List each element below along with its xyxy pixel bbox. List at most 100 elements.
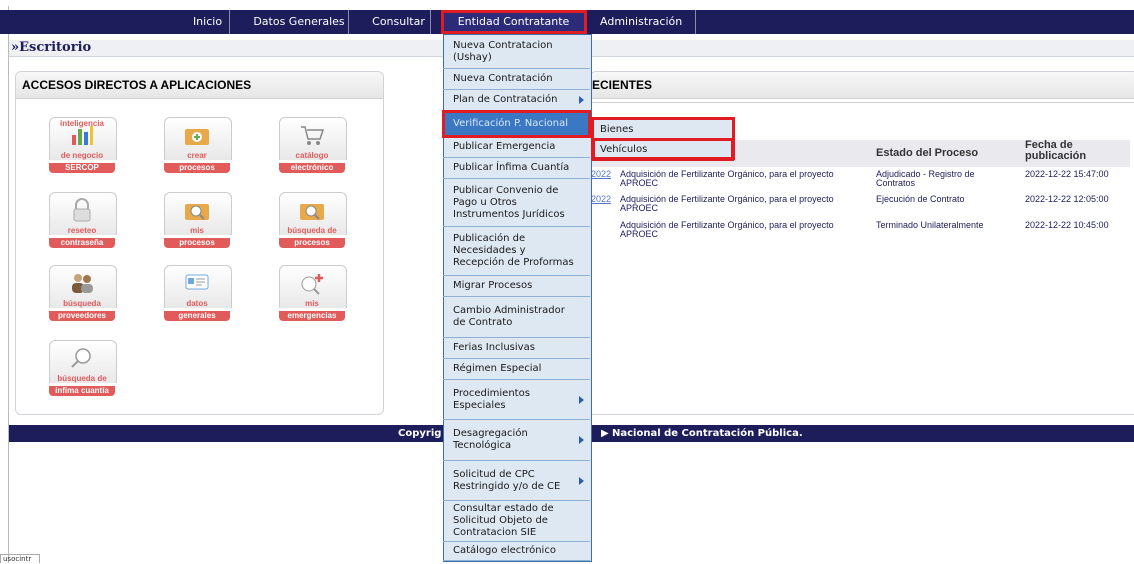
dropdown-item-label: Publicar Ínfima Cuantía — [453, 162, 570, 173]
tile-label-line2: emergencias — [279, 311, 345, 321]
submenu-arrow-icon — [579, 96, 584, 104]
recientes-title: ECIENTES — [591, 72, 1134, 99]
dropdown-item[interactable]: Solicitud de CPC Restringido y/o de CE — [443, 461, 590, 501]
dropdown-item-label: Verificación P. Nacional — [453, 117, 569, 129]
row-fecha: 2022-12-22 15:47:00 — [1025, 169, 1109, 179]
accesos-title: ACCESOS DIRECTOS A APLICACIONES — [16, 72, 383, 99]
footer-arrow-icon: ▶ — [601, 428, 609, 439]
app-tile[interactable]: reseteo contraseña — [49, 192, 117, 248]
tile-label-line2: ínfima cuantía — [49, 386, 115, 396]
id-card-icon — [184, 271, 210, 295]
tile-label-line2: procesos — [164, 163, 230, 173]
row-fecha: 2022-12-22 12:05:00 — [1025, 194, 1109, 204]
app-tile[interactable]: catálogo electrónico — [279, 117, 347, 173]
submenu-arrow-icon — [579, 395, 584, 404]
tile-label-line2: electrónico — [279, 163, 345, 173]
app-tile[interactable]: búsqueda de ínfima cuantía — [49, 340, 117, 396]
row-fecha: 2022-12-22 10:45:00 — [1025, 220, 1109, 230]
tile-label-line2: procesos — [164, 238, 230, 248]
dropdown-item-label: Nueva Contratación — [453, 73, 553, 84]
dropdown-item[interactable]: Publicar Ínfima Cuantía — [443, 158, 590, 179]
nav-consultar[interactable]: Consultar — [367, 10, 431, 34]
tile-label-line1: búsqueda — [63, 299, 101, 308]
dropdown-item[interactable]: Consultar estado de Solicitud Objeto de … — [443, 501, 590, 542]
dropdown-item[interactable]: Catálogo electrónico — [443, 542, 590, 561]
dropdown-item[interactable]: Desagregación Tecnológica — [443, 420, 590, 461]
dropdown-item-label: Procedimientos Especiales — [453, 387, 530, 411]
tile-label-line2: generales — [164, 311, 230, 321]
col-fecha: Fecha de publicación — [1025, 139, 1087, 162]
dropdown-item-label: Cambio Administrador de Contrato — [453, 305, 565, 328]
dropdown-item[interactable]: Publicar Emergencia — [443, 137, 590, 158]
submenu-bienes[interactable]: Bienes — [594, 120, 732, 139]
dropdown-item-label: Catálogo electrónico — [453, 545, 556, 556]
folder-search-icon — [299, 198, 325, 222]
dropdown-item[interactable]: Migrar Procesos — [443, 276, 590, 297]
verificacion-submenu: Bienes Vehículos — [591, 117, 735, 161]
tile-label-line1: reseteo — [67, 226, 97, 235]
dropdown-item[interactable]: Régimen Especial — [443, 359, 590, 380]
magnifier-icon — [69, 346, 95, 370]
footer-right: Nacional de Contratación Pública. — [612, 428, 803, 439]
tile-label-line1: datos — [186, 299, 208, 308]
recientes-panel: ECIENTES — [590, 71, 1134, 103]
tile-label-line1: mis — [305, 299, 319, 308]
row-estado: Ejecución de Contrato — [876, 194, 965, 204]
app-tile[interactable]: búsqueda proveedores — [49, 265, 117, 321]
dropdown-item-label: Publicar Convenio de Pago u Otros Instru… — [453, 184, 565, 220]
tile-label-line2: procesos — [279, 238, 345, 248]
submenu-vehiculos[interactable]: Vehículos — [592, 138, 734, 161]
app-tile[interactable]: inteligencia de negocio SERCOP — [49, 117, 117, 173]
tile-label-line2: proveedores — [49, 311, 115, 321]
dropdown-item[interactable]: Nueva Contratación — [443, 69, 590, 90]
dropdown-item-label: Publicación de Necesidades y Recepción d… — [453, 233, 574, 268]
dropdown-item-label: Publicar Emergencia — [453, 141, 556, 152]
nav-inicio[interactable]: Inicio — [186, 10, 230, 34]
dropdown-item-label: Nueva Contratacion (Ushay) — [453, 39, 553, 63]
tile-label-line2: contraseña — [49, 238, 115, 248]
dropdown-item-label: Desagregación Tecnológica — [453, 428, 528, 451]
people-icon — [69, 271, 95, 295]
tile-label-line1: catálogo — [295, 151, 329, 160]
bottom-tag: usocintr — [0, 554, 40, 563]
submenu-arrow-icon — [579, 436, 584, 444]
folder-plus-icon — [184, 123, 210, 147]
footer-left: Copyrig — [398, 428, 442, 439]
folder-search-icon — [184, 198, 210, 222]
row-description: Adquisición de Fertilizante Orgánico, pa… — [620, 220, 834, 239]
tile-label-line1: búsqueda de — [287, 226, 337, 235]
dropdown-item[interactable]: Plan de Contratación — [443, 90, 590, 111]
emergency-search-icon — [299, 271, 325, 295]
dropdown-item-label: Migrar Procesos — [453, 280, 533, 291]
dropdown-item[interactable]: Cambio Administrador de Contrato — [443, 297, 590, 338]
app-tile[interactable]: búsqueda de procesos — [279, 192, 347, 248]
app-tile[interactable]: mis procesos — [164, 192, 232, 248]
tile-label-line1: de negocio — [60, 151, 104, 160]
app-tile[interactable]: datos generales — [164, 265, 232, 321]
col-estado: Estado del Proceso — [876, 147, 979, 159]
dropdown-item-label: Plan de Contratación — [453, 94, 558, 105]
row-description: Adquisición de Fertilizante Orgánico, pa… — [620, 194, 834, 213]
nav-entidad-contratante[interactable]: Entidad Contratante — [441, 10, 587, 34]
row-code-link[interactable]: 2022 — [591, 170, 619, 179]
dropdown-item-label: Solicitud de CPC Restringido y/o de CE — [453, 468, 561, 492]
row-estado: Adjudicado - Registro de Contratos — [876, 169, 975, 188]
nav-datos-generales[interactable]: Datos Generales — [250, 10, 349, 34]
dropdown-item[interactable]: Nueva Contratacion (Ushay) — [443, 35, 590, 69]
dropdown-item-label: Régimen Especial — [453, 363, 542, 374]
dropdown-item[interactable]: Publicar Convenio de Pago u Otros Instru… — [443, 179, 590, 227]
dropdown-item[interactable]: Ferias Inclusivas — [443, 338, 590, 359]
shopping-cart-icon — [299, 123, 325, 147]
padlock-icon — [69, 198, 95, 222]
app-tile[interactable]: mis emergencias — [279, 265, 347, 321]
tile-label-line2: SERCOP — [49, 163, 115, 173]
tile-top-label: inteligencia — [59, 119, 104, 128]
app-tile[interactable]: crear procesos — [164, 117, 232, 173]
nav-administracion[interactable]: Administración — [600, 10, 682, 34]
dropdown-item[interactable]: Verificación P. Nacional — [442, 110, 591, 138]
dropdown-item[interactable]: Publicación de Necesidades y Recepción d… — [443, 227, 590, 276]
row-description: Adquisición de Fertilizante Orgánico, pa… — [620, 169, 834, 188]
dropdown-item[interactable]: Procedimientos Especiales — [443, 380, 590, 420]
row-code-link[interactable]: 2022 — [591, 195, 619, 204]
nav-separator — [695, 10, 696, 34]
